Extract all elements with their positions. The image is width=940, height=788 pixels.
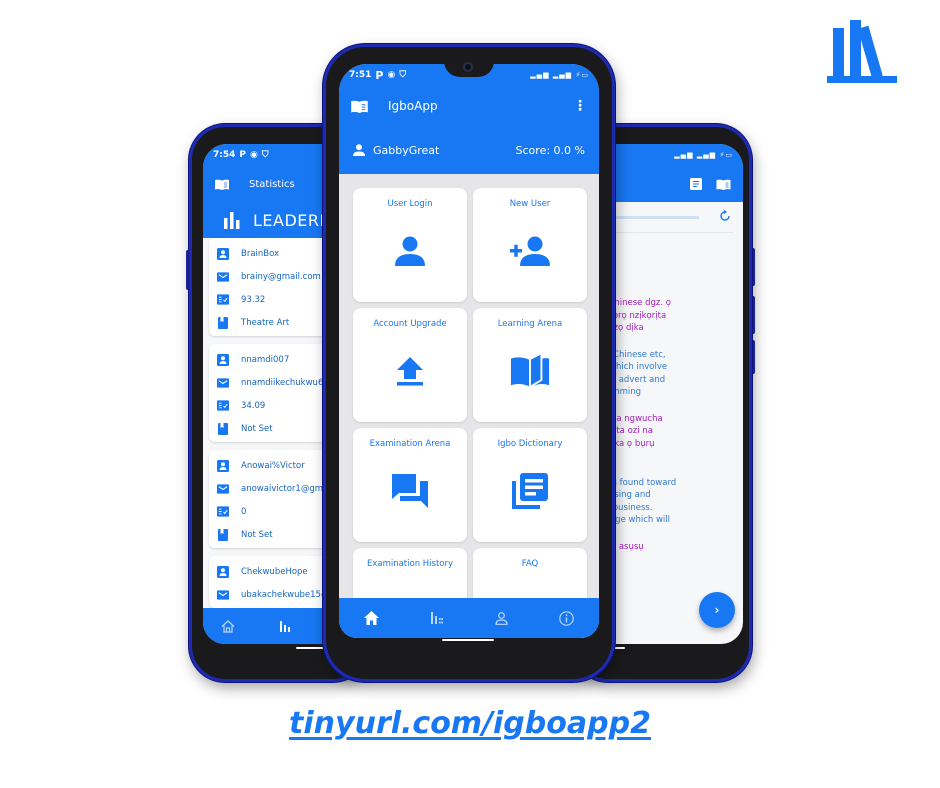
tile-igbo-dictionary[interactable]: Igbo Dictionary: [473, 428, 587, 542]
email-icon: [217, 271, 229, 283]
tile-examination-arena[interactable]: Examination Arena: [353, 428, 467, 542]
tile-label: Learning Arena: [497, 319, 563, 329]
score-icon: [217, 294, 229, 306]
nav-info[interactable]: [552, 603, 582, 633]
score-icon: [217, 506, 229, 518]
tile-label: FAQ: [521, 559, 539, 569]
tile-learning-arena[interactable]: Learning Arena: [473, 308, 587, 422]
whatsapp-icon: ◉: [387, 70, 396, 80]
entry-email-text: brainy@gmail.com: [241, 271, 321, 282]
chat-bubbles-icon: [390, 471, 430, 511]
user-icon: [217, 353, 229, 366]
tile-label: Account Upgrade: [373, 319, 447, 329]
whatsapp-icon: ◉: [250, 150, 258, 160]
book-icon[interactable]: [716, 179, 731, 190]
tile-new-user[interactable]: New User: [473, 188, 587, 302]
app-title: IgboApp: [388, 99, 438, 113]
entry-score-text: 0: [241, 506, 247, 517]
book-icon[interactable]: [351, 100, 368, 113]
user-bar: GabbyGreat Score: 0.0 %: [339, 126, 599, 174]
nav-profile[interactable]: [487, 603, 517, 633]
email-icon: [217, 377, 229, 389]
entry-course-text: Not Set: [241, 529, 273, 540]
parking-icon: P: [239, 150, 246, 160]
user-icon: [217, 459, 229, 472]
username: GabbyGreat: [373, 143, 440, 157]
app-bar: IgboApp ⋮: [339, 86, 599, 126]
course-icon: [217, 422, 229, 435]
entry-email-text: anowaivictor1@gma: [241, 483, 329, 494]
profile-icon: [495, 611, 508, 625]
tile-label: Igbo Dictionary: [497, 439, 563, 449]
entry-course-text: Not Set: [241, 423, 273, 434]
course-icon: [217, 528, 229, 541]
status-time: 7:54: [213, 150, 236, 160]
tile-account-upgrade[interactable]: Account Upgrade: [353, 308, 467, 422]
notes-icon[interactable]: [690, 178, 702, 190]
books-on-shelf-icon: [827, 20, 897, 83]
entry-username-text: BrainBox: [241, 248, 280, 259]
signal-battery-icons: ▂▄▆ ▂▄▆ ⚡▭: [530, 71, 589, 79]
nav-home[interactable]: [357, 603, 387, 633]
score: Score: 0.0 %: [515, 143, 585, 157]
entry-username-text: ChekwubeHope: [241, 566, 308, 577]
status-time: 7:51: [349, 70, 372, 80]
shield-icon: ⛉: [399, 70, 407, 80]
upload-icon: [390, 351, 430, 391]
user-icon: [217, 565, 229, 578]
user-icon: [217, 247, 229, 260]
entry-username-text: Anowai%Victor: [241, 460, 305, 471]
download-link[interactable]: tinyurl.com/igboapp2: [0, 706, 940, 741]
tile-user-login[interactable]: User Login: [353, 188, 467, 302]
leaderboard-icon: [430, 612, 443, 624]
leaderboard-icon[interactable]: [279, 620, 291, 632]
entry-username-text: nnamdi007: [241, 354, 290, 365]
entry-email-text: ubakachekwube15@: [241, 589, 330, 600]
front-camera: [463, 62, 473, 72]
open-book-icon: [510, 351, 550, 391]
shield-icon: ⛉: [261, 150, 269, 160]
entry-score-text: 93.32: [241, 294, 266, 305]
tile-label: Examination History: [366, 559, 454, 569]
home-screen: 7:51 P ◉ ⛉ ▂▄▆ ▂▄▆ ⚡▭ IgboApp ⋮ GabbyGre…: [339, 64, 599, 638]
info-icon: [559, 610, 574, 626]
refresh-icon[interactable]: [719, 210, 731, 222]
tile-label: New User: [509, 199, 551, 209]
bottom-nav: [339, 598, 599, 638]
phone-home: 7:51 P ◉ ⛉ ▂▄▆ ▂▄▆ ⚡▭ IgboApp ⋮ GabbyGre…: [323, 44, 615, 682]
person-add-icon: [510, 231, 550, 271]
entry-score-text: 34.09: [241, 400, 266, 411]
nav-leaderboard[interactable]: [422, 603, 452, 633]
email-icon: [217, 483, 229, 495]
score-icon: [217, 400, 229, 412]
chevron-right-icon: ›: [714, 603, 720, 617]
parking-icon: P: [375, 68, 384, 82]
tile-label: Examination Arena: [369, 439, 451, 449]
home-icon: [364, 611, 379, 625]
email-icon: [217, 589, 229, 601]
tile-label: User Login: [387, 199, 433, 209]
page-title: Statistics: [249, 178, 295, 190]
leaderboard-icon: [224, 212, 240, 229]
entry-course-text: Theatre Art: [241, 317, 290, 328]
signal-battery-icons: ▂▄▆ ▂▄▆ ⚡▭: [674, 151, 733, 159]
leaderboard-title: LEADERB: [253, 210, 331, 230]
more-vert-icon[interactable]: ⋮: [573, 98, 587, 114]
home-icon[interactable]: [221, 619, 235, 633]
person-icon: [390, 231, 430, 271]
menu-grid: User Login New User Account Upgrade Learnin…: [353, 188, 587, 638]
library-books-icon: [510, 471, 550, 511]
book-icon[interactable]: [215, 179, 229, 190]
course-icon: [217, 316, 229, 329]
entry-email-text: nnamdiikechukwu62: [241, 377, 329, 388]
person-icon: [353, 144, 365, 156]
next-button[interactable]: ›: [699, 592, 735, 628]
